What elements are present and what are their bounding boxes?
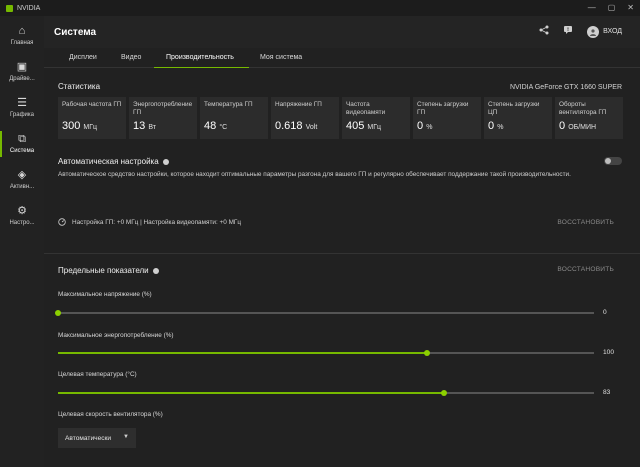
sidebar-item-system[interactable]: ⧉ Система [0,127,44,160]
login-label: ВХОД [603,28,622,35]
performance-content: Статистика NVIDIA GeForce GTX 1660 SUPER… [44,70,640,467]
slider-value: 83 [603,389,611,396]
tab-video[interactable]: Видео [121,54,141,61]
sidebar-item-home[interactable]: ⌂ Главная [0,19,44,52]
stat-card-cpu-load: Степень загрузки ЦП 0 % [484,97,552,139]
avatar-icon [587,25,600,38]
slider-label: Максимальное напряжение (%) [58,291,152,298]
tab-displays[interactable]: Дисплеи [69,54,97,61]
close-button[interactable]: ✕ [627,3,634,12]
sidebar-item-label: Настро... [9,219,35,226]
main-panel: Система ВХОД Дисплеи Видео Производитель… [44,16,640,467]
chevron-down-icon: ▼ [123,434,129,440]
slider-handle[interactable] [441,390,447,396]
stat-card-gpu-clock: Рабочая частота ГП 300 МГц [58,97,126,139]
fan-mode-value: Автоматически [65,434,112,442]
stat-card-voltage: Напряжение ГП 0.618 Volt [271,97,339,139]
tab-performance[interactable]: Производительность [166,54,234,61]
page-title: Система [54,26,97,38]
stat-label: Рабочая частота ГП [62,101,122,108]
slider-label: Целевая температура (°C) [58,371,137,378]
sidebar: ⌂ Главная ▣ Драйве... ☰ Графика ⧉ Систем… [0,16,44,467]
auto-tuning-toggle[interactable] [604,157,622,165]
stat-label: Степень загрузки ГП [417,101,469,116]
title-bar: NVIDIA — ▢ ✕ [0,0,640,16]
login-button[interactable]: ВХОД [587,25,622,38]
info-icon[interactable] [162,158,169,165]
minimize-button[interactable]: — [588,3,596,12]
stat-value: 0 % [488,120,504,132]
auto-tuning-description: Автоматическое средство настройки, котор… [58,171,571,178]
stat-value: 0 % [417,120,433,132]
toggle-knob [605,158,611,164]
sidebar-item-label: Система [9,147,35,154]
stat-label: Обороты вентилятора ГП [559,101,607,116]
tuning-status-row: Настройка ГП: +0 МГц | Настройка видеопа… [58,218,241,226]
nvidia-logo-icon [6,4,13,12]
stat-value: 48 °C [204,120,228,132]
sidebar-item-activity[interactable]: ◈ Активн... [0,163,44,196]
slider-fill [58,392,444,394]
stat-value: 300 МГц [62,120,98,132]
gpu-name: NVIDIA GeForce GTX 1660 SUPER [509,84,622,91]
stat-card-fan-speed: Обороты вентилятора ГП 0 ОБ/МИН [555,97,623,139]
stat-label: Температура ГП [204,101,253,108]
tab-bar: Дисплеи Видео Производительность Моя сис… [44,48,640,68]
system-icon: ⧉ [18,132,26,145]
stat-value: 405 МГц [346,120,382,132]
share-icon[interactable] [539,25,549,38]
stat-label: Степень загрузки ЦП [488,101,540,116]
stats-title: Статистика [58,82,101,91]
stat-label: Напряжение ГП [275,101,322,108]
sidebar-item-label: Драйве... [9,75,35,82]
home-icon: ⌂ [18,24,26,37]
stat-card-temperature: Температура ГП 48 °C [200,97,268,139]
window-title: NVIDIA [17,4,41,12]
stat-label: Частота видеопамяти [346,101,386,116]
slider-handle[interactable] [424,350,430,356]
maximize-button[interactable]: ▢ [608,3,616,12]
target-temperature-slider[interactable] [58,390,594,396]
limits-title: Предельные показатели [58,266,159,275]
notification-icon[interactable] [563,25,573,38]
page-header: Система ВХОД [44,16,640,48]
slider-value: 0 [603,309,607,316]
drivers-icon: ▣ [16,60,28,73]
speedometer-icon [58,218,66,226]
max-voltage-slider[interactable] [55,310,594,316]
restore-tuning-button[interactable]: ВОССТАНОВИТЬ [557,219,614,226]
window-controls: — ▢ ✕ [588,3,634,12]
fan-speed-label: Целевая скорость вентилятора (%) [58,411,163,418]
tuning-status: Настройка ГП: +0 МГц | Настройка видеопа… [72,218,242,226]
sidebar-item-settings[interactable]: ⚙ Настро... [0,199,44,232]
sidebar-item-label: Графика [10,111,34,118]
max-power-slider[interactable] [58,350,594,356]
stat-card-gpu-load: Степень загрузки ГП 0 % [413,97,481,139]
stat-value: 0 ОБ/МИН [559,120,597,132]
info-icon[interactable] [152,267,159,274]
active-tab-indicator [154,67,249,68]
activity-icon: ◈ [17,168,27,181]
slider-label: Максимальное энергопотребление (%) [58,332,174,339]
stat-card-memory-clock: Частота видеопамяти 405 МГц [342,97,410,139]
fan-mode-dropdown[interactable]: Автоматически ▼ [58,428,136,448]
tab-my-system[interactable]: Моя система [260,54,302,61]
restore-limits-button[interactable]: ВОССТАНОВИТЬ [557,266,614,273]
stat-label: Энергопотребление ГП [133,101,193,116]
sidebar-item-label: Главная [10,39,34,46]
header-actions: ВХОД [539,25,622,38]
section-divider [44,253,640,254]
sidebar-item-label: Активн... [9,183,35,190]
stat-value: 13 Вт [133,120,156,132]
settings-icon: ⚙ [17,204,27,217]
auto-tuning-title: Автоматическая настройка [58,157,169,166]
stat-card-power: Энергопотребление ГП 13 Вт [129,97,197,139]
slider-fill [58,352,427,354]
sidebar-item-graphics[interactable]: ☰ Графика [0,91,44,124]
slider-handle[interactable] [55,310,61,316]
slider-value: 100 [603,349,615,356]
sidebar-item-drivers[interactable]: ▣ Драйве... [0,55,44,88]
stat-value: 0.618 Volt [275,120,318,132]
graphics-sliders-icon: ☰ [17,96,27,109]
